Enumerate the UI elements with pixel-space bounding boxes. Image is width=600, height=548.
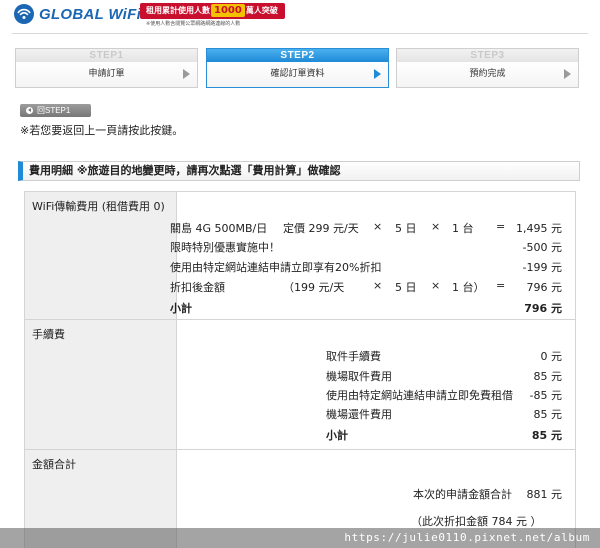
fee-row-label: 機場取件費用 (326, 370, 392, 383)
fee-row-amount: 85 元 (533, 408, 563, 421)
times-sign: × (373, 220, 383, 233)
fee-table: WiFi傳輸費用 (租借費用 0) 關島 4G 500MB/日 定價 299 元… (24, 191, 576, 548)
step-1-arrow-icon (183, 69, 190, 79)
handling-fee-block: 手續費 取件手續費 0 元 機場取件費用 85 元 使用由特定網站連結申請立即免… (25, 320, 575, 450)
wifi-fee-block: WiFi傳輸費用 (租借費用 0) 關島 4G 500MB/日 定價 299 元… (25, 192, 575, 320)
wifi-fee-label: WiFi傳輸費用 (租借費用 0) (25, 192, 177, 319)
step-1-label: 申請訂單 (16, 62, 197, 87)
wifi-discount-text: 使用由特定網站連結申請立即享有20%折扣 (170, 261, 382, 274)
wifi-promo-amount: -500 元 (522, 241, 562, 254)
fee-row-amount: -85 元 (529, 389, 562, 402)
times-sign: × (431, 220, 441, 233)
wifi-after-units: 1 台） (452, 281, 485, 294)
step-1[interactable]: STEP1 申請訂單 (15, 48, 198, 88)
step-progress: STEP1 申請訂單 STEP2 確認訂單資料 STEP3 預約完成 (15, 48, 580, 88)
site-header: GLOBAL WiFi 租用累計使用人數 1000 萬人突破 ※使用人數含閱覽公眾網… (0, 0, 600, 30)
fee-row-amount: 85 元 (533, 370, 563, 383)
wifi-discount-amount: -199 元 (522, 261, 562, 274)
promo-subtext: ※使用人數含閱覽公眾網路網路連線的人數 (146, 21, 241, 27)
promo-banner: 租用累計使用人數 1000 萬人突破 (140, 3, 285, 19)
step-1-number: STEP1 (16, 49, 197, 62)
wifi-plan-rate: 定價 299 元/天 (283, 222, 359, 235)
wifi-plan-amount: 1,495 元 (516, 222, 562, 235)
step-2-arrow-icon (374, 69, 381, 79)
fee-row-label: 取件手續費 (326, 350, 381, 363)
wifi-after-days: 5 日 (395, 281, 417, 294)
back-arrow-icon (26, 107, 33, 114)
wifi-after-label: 折扣後金額 (170, 281, 225, 294)
back-to-step1-button[interactable]: 回STEP1 (20, 104, 91, 117)
step-2[interactable]: STEP2 確認訂單資料 (206, 48, 389, 88)
equals-sign: = (496, 279, 506, 292)
step-3-number: STEP3 (397, 49, 578, 62)
total-text: 本次的申請金額合計 (413, 488, 512, 501)
wifi-units: 1 台 (452, 222, 474, 235)
back-note: ※若您要返回上一頁請按此按鍵。 (20, 124, 184, 137)
logo-text: GLOBAL WiFi (39, 5, 142, 23)
global-wifi-logo[interactable]: GLOBAL WiFi (14, 4, 141, 24)
wifi-subtotal-label: 小計 (170, 302, 192, 315)
promo-line-pre: 租用累計使用人數 (146, 6, 210, 15)
section-title: 費用明細 ※旅遊目的地變更時，請再次點選「費用計算」做確認 (18, 161, 580, 181)
step-3-label: 預約完成 (397, 62, 578, 87)
handling-fee-label: 手續費 (25, 320, 177, 449)
equals-sign: = (496, 220, 506, 233)
wifi-after-amount: 796 元 (526, 281, 563, 294)
promo-big-number: 1000 (211, 4, 245, 17)
promo-badge: 租用累計使用人數 1000 萬人突破 ※使用人數含閱覽公眾網路網路連線的人數 (140, 3, 285, 28)
fee-row-amount: 0 元 (540, 350, 563, 363)
fee-row-label: 機場還件費用 (326, 408, 392, 421)
wifi-after-rate: （199 元/天 (283, 281, 345, 294)
step-2-number: STEP2 (207, 49, 388, 62)
promo-line-post: 萬人突破 (245, 6, 278, 15)
total-discount-note: （此次折扣金額 784 元 ） (411, 515, 542, 528)
wifi-globe-icon (14, 4, 34, 24)
wifi-plan: 關島 4G 500MB/日 (170, 222, 268, 235)
back-button-label: 回STEP1 (37, 106, 71, 115)
times-sign: × (373, 279, 383, 292)
fees-subtotal-amount: 85 元 (531, 429, 562, 442)
wifi-subtotal-amount: 796 元 (524, 302, 562, 315)
watermark-url: https://julie0110.pixnet.net/album (344, 531, 590, 544)
header-divider (12, 33, 588, 34)
step-2-label: 確認訂單資料 (207, 62, 388, 87)
wifi-promo-text: 限時特別優惠實施中！ (170, 241, 280, 254)
times-sign: × (431, 279, 441, 292)
fees-subtotal-label: 小計 (326, 429, 348, 442)
fee-row-label: 使用由特定網站連結申請立即免費租借 (326, 389, 513, 402)
step-3[interactable]: STEP3 預約完成 (396, 48, 579, 88)
step-3-arrow-icon (564, 69, 571, 79)
wifi-days: 5 日 (395, 222, 417, 235)
total-amount: 881 元 (526, 488, 563, 501)
